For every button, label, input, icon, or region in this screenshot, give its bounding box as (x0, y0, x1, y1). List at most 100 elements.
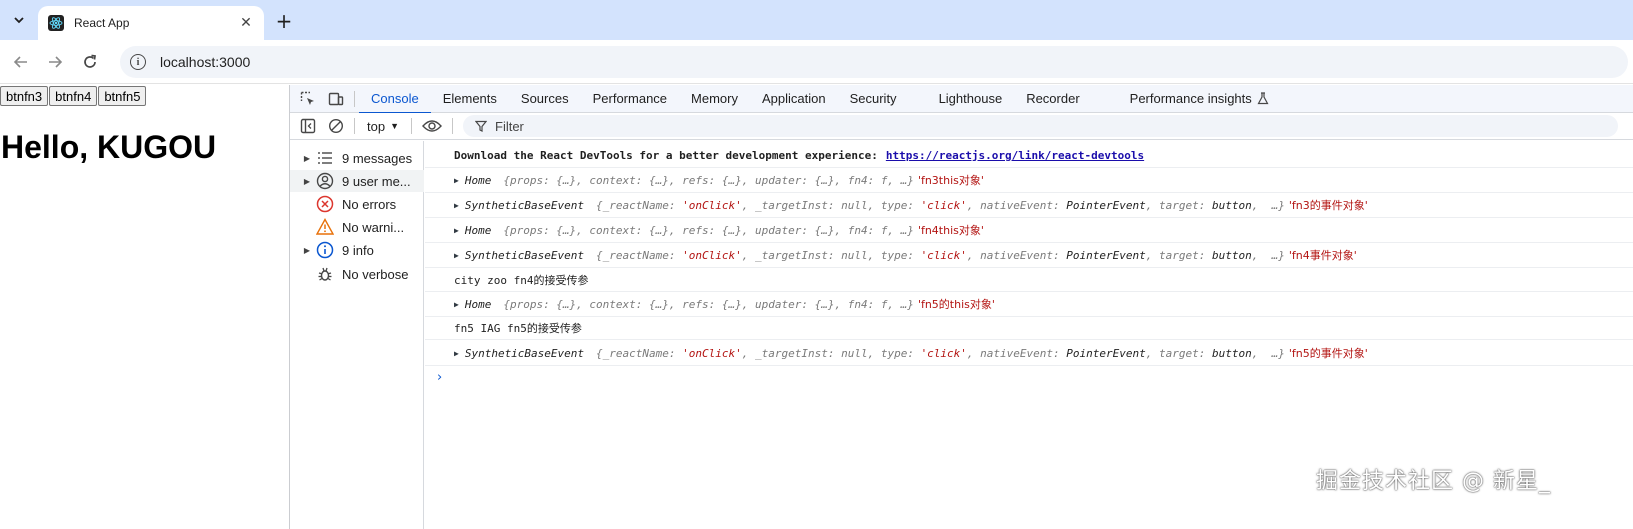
console-filter-input[interactable]: Filter (463, 115, 1618, 137)
console-message-home-object[interactable]: ▶ Home {props: {…}, context: {…}, refs: {…… (425, 292, 1633, 317)
console-message-home-object[interactable]: ▶ Home {props: {…}, context: {…}, refs: {…… (425, 168, 1633, 193)
btnfn4-button[interactable]: btnfn4 (49, 86, 98, 106)
tab-strip: React App ✕ + (0, 0, 1633, 40)
page-button-group: btnfn3 btnfn4 btnfn5 (0, 86, 147, 106)
sidebar-item-errors[interactable]: No errors (290, 193, 424, 215)
console-message-event-object[interactable]: ▶ SyntheticBaseEvent {_reactName: 'onClick… (425, 243, 1633, 268)
divider (452, 118, 453, 134)
expand-arrow-icon[interactable]: ▶ (299, 246, 315, 255)
object-preview-part: , _targetInst: null, type: (741, 198, 921, 212)
expand-arrow-icon[interactable]: ▶ (299, 177, 315, 186)
tab-lighthouse[interactable]: Lighthouse (927, 85, 1015, 113)
expand-triangle-icon[interactable]: ▶ (454, 201, 459, 210)
expand-arrow-icon[interactable]: ▶ (299, 154, 315, 163)
object-preview-part: PointerEvent (1066, 198, 1146, 212)
expand-triangle-icon[interactable]: ▶ (454, 300, 459, 309)
list-icon (315, 149, 335, 167)
tab-title: React App (74, 16, 130, 30)
address-bar[interactable]: i localhost:3000 (120, 46, 1628, 78)
live-expression-eye-icon[interactable] (416, 112, 448, 140)
tab-security[interactable]: Security (838, 85, 909, 113)
tab-sources[interactable]: Sources (509, 85, 581, 113)
page-viewport: btnfn3 btnfn4 btnfn5 Hello, KUGOU (0, 85, 289, 529)
tab-application[interactable]: Application (750, 85, 838, 113)
browser-tab[interactable]: React App ✕ (38, 6, 264, 40)
object-preview-part: 'onClick' (682, 248, 742, 262)
message-text: fn5 IAG fn5的接受传参 (454, 321, 582, 335)
plus-icon: + (275, 9, 293, 33)
object-preview-part: PointerEvent (1066, 248, 1146, 262)
chevron-down-icon (14, 17, 24, 24)
object-preview-part: 'onClick' (682, 198, 742, 212)
object-preview-part: , _targetInst: null, type: (741, 346, 921, 360)
object-preview-part: , nativeEvent: (966, 198, 1067, 212)
tab-recorder[interactable]: Recorder (1014, 85, 1091, 113)
expand-triangle-icon[interactable]: ▶ (454, 176, 459, 185)
inspect-element-icon[interactable] (294, 85, 322, 113)
back-button[interactable] (9, 50, 33, 74)
context-selector[interactable]: top ▼ (359, 115, 407, 137)
tab-performance[interactable]: Performance (581, 85, 679, 113)
console-sidebar: ▶ 9 messages ▶ 9 user me... No errors No… (290, 141, 424, 529)
device-toolbar-icon[interactable] (322, 85, 350, 113)
btnfn5-button[interactable]: btnfn5 (98, 86, 147, 106)
sidebar-item-verbose[interactable]: No verbose (290, 263, 424, 285)
tab-performance-insights[interactable]: Performance insights (1118, 85, 1281, 113)
site-info-icon[interactable]: i (130, 54, 146, 70)
console-message-event-object[interactable]: ▶ SyntheticBaseEvent {_reactName: 'onClick… (425, 193, 1633, 218)
console-message-home-object[interactable]: ▶ Home {props: {…}, context: {…}, refs: {…… (425, 218, 1633, 243)
object-preview-part: , target: (1145, 346, 1212, 360)
expand-triangle-icon[interactable]: ▶ (454, 251, 459, 260)
tab-console[interactable]: Console (359, 85, 431, 114)
object-preview-part: , …} (1251, 346, 1285, 360)
reload-button[interactable] (78, 50, 102, 74)
tab-performance-insights-label: Performance insights (1129, 91, 1252, 106)
object-preview-part: 'onClick' (682, 346, 742, 360)
sidebar-item-user-messages[interactable]: ▶ 9 user me... (290, 170, 424, 192)
new-tab-button[interactable]: + (272, 9, 296, 33)
object-preview-part: , _targetInst: null, type: (741, 248, 921, 262)
devtools-link[interactable]: https://reactjs.org/link/react-devtools (886, 149, 1144, 162)
filter-icon (475, 120, 487, 132)
console-message-banner: Download the React DevTools for a better… (425, 144, 1633, 168)
object-preview-part: button (1211, 248, 1252, 262)
forward-button[interactable] (43, 50, 67, 74)
sidebar-item-label: 9 user me... (342, 173, 411, 189)
object-preview-part: , target: (1145, 198, 1212, 212)
sidebar-item-messages[interactable]: ▶ 9 messages (290, 147, 424, 169)
object-preview-part: button (1211, 346, 1252, 360)
expand-triangle-icon[interactable]: ▶ (454, 349, 459, 358)
object-preview-part: , nativeEvent: (966, 248, 1067, 262)
caret-down-icon: ▼ (390, 121, 399, 131)
sidebar-item-label: No verbose (342, 266, 409, 282)
bug-icon (315, 265, 335, 283)
sidebar-item-warnings[interactable]: No warni... (290, 216, 424, 238)
object-preview: {props: {…}, context: {…}, refs: {…}, up… (503, 173, 914, 187)
tab-elements[interactable]: Elements (431, 85, 509, 113)
url-text: localhost:3000 (160, 54, 251, 70)
console-message-text: city zoo fn4的接受传参 (425, 268, 1633, 292)
sidebar-item-info[interactable]: ▶ 9 info (290, 239, 424, 261)
object-name: SyntheticBaseEvent (464, 248, 585, 262)
clear-console-icon[interactable] (322, 112, 350, 140)
close-icon[interactable]: ✕ (238, 15, 254, 31)
btnfn3-button[interactable]: btnfn3 (0, 86, 49, 106)
reload-icon (84, 54, 96, 68)
error-icon (315, 195, 335, 213)
sidebar-item-label: 9 info (342, 242, 374, 258)
watermark: 掘金技术社区 @ 新星_ (1316, 469, 1551, 494)
object-preview-part: , nativeEvent: (966, 346, 1067, 360)
console-prompt[interactable]: › (437, 370, 442, 385)
flask-icon (1257, 92, 1269, 105)
message-string-arg: 'fn5的事件对象' (1288, 347, 1368, 360)
message-text: city zoo fn4的接受传参 (454, 273, 589, 287)
object-preview: {props: {…}, context: {…}, refs: {…}, up… (503, 223, 914, 237)
tab-search-button[interactable] (6, 7, 32, 33)
sidebar-item-label: 9 messages (342, 150, 413, 166)
sidebar-toggle-icon[interactable] (294, 112, 322, 140)
tab-memory[interactable]: Memory (679, 85, 750, 113)
expand-triangle-icon[interactable]: ▶ (454, 226, 459, 235)
console-message-event-object[interactable]: ▶ SyntheticBaseEvent {_reactName: 'onClick… (425, 341, 1633, 366)
object-name: Home (464, 173, 492, 187)
message-string-arg: 'fn3this对象' (917, 174, 984, 187)
